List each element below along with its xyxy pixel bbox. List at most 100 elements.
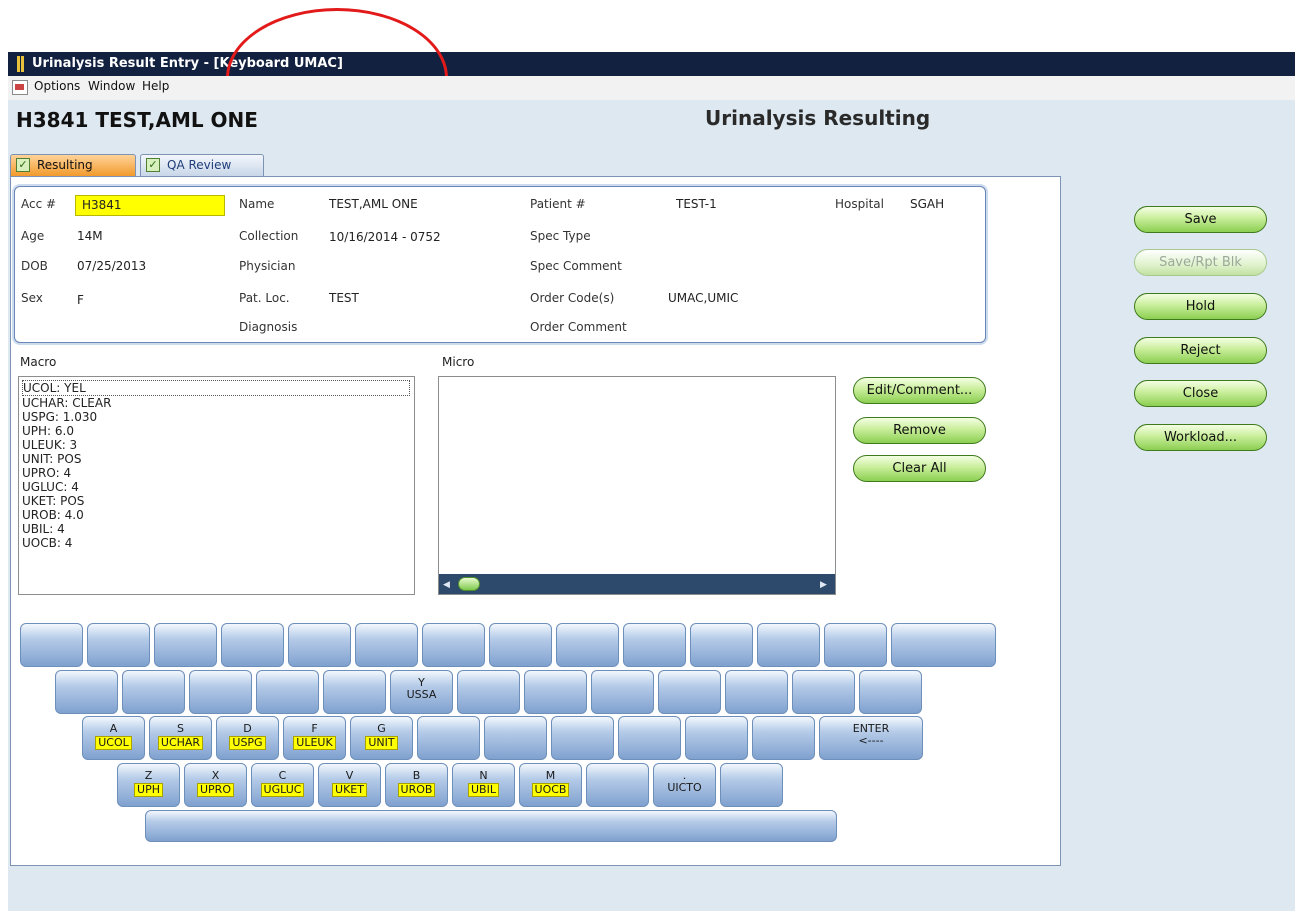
- keyboard-key[interactable]: [752, 716, 815, 760]
- key-a[interactable]: A UCOL: [82, 716, 145, 760]
- list-item[interactable]: UGLUC: 4: [22, 480, 411, 494]
- tab-qa-review[interactable]: ✓ QA Review: [140, 154, 264, 176]
- keyboard-key[interactable]: [20, 623, 83, 667]
- dob-value: 07/25/2013: [77, 259, 147, 273]
- patient-title: H3841 TEST,AML ONE: [16, 108, 258, 132]
- accession-field[interactable]: H3841: [75, 195, 225, 216]
- order-codes-value: UMAC,UMIC: [668, 291, 739, 305]
- window-title: Urinalysis Result Entry - [Keyboard UMAC…: [32, 56, 343, 71]
- close-button[interactable]: Close: [1134, 380, 1267, 407]
- list-item[interactable]: UPRO: 4: [22, 466, 411, 480]
- key-code: UOCB: [531, 783, 570, 797]
- tab-label: QA Review: [167, 158, 232, 172]
- keyboard-key[interactable]: [122, 670, 185, 714]
- remove-button[interactable]: Remove: [853, 417, 986, 444]
- keyboard-key[interactable]: [256, 670, 319, 714]
- key-f[interactable]: F ULEUK: [283, 716, 346, 760]
- menu-window[interactable]: Window: [88, 79, 135, 93]
- keyboard-key[interactable]: [221, 623, 284, 667]
- keyboard-key[interactable]: [489, 623, 552, 667]
- menu-help[interactable]: Help: [142, 79, 169, 93]
- scroll-left-arrow-icon[interactable]: ◀: [443, 580, 450, 590]
- reject-button[interactable]: Reject: [1134, 337, 1267, 364]
- list-item[interactable]: UCHAR: CLEAR: [22, 396, 411, 410]
- key-g[interactable]: G UNIT: [350, 716, 413, 760]
- list-item[interactable]: UNIT: POS: [22, 452, 411, 466]
- key-m[interactable]: M UOCB: [519, 763, 582, 807]
- key-period[interactable]: . UICTO: [653, 763, 716, 807]
- key-space[interactable]: [145, 810, 837, 842]
- keyboard-key[interactable]: [623, 623, 686, 667]
- keyboard-key[interactable]: [417, 716, 480, 760]
- micro-horizontal-scrollbar[interactable]: [439, 574, 835, 594]
- keyboard-key[interactable]: [792, 670, 855, 714]
- micro-results-list[interactable]: [438, 376, 836, 595]
- list-item[interactable]: UKET: POS: [22, 494, 411, 508]
- workload-button[interactable]: Workload...: [1134, 424, 1267, 451]
- keyboard-key[interactable]: [658, 670, 721, 714]
- key-letter: Z: [144, 769, 153, 782]
- key-enter[interactable]: ENTER <----: [819, 716, 923, 760]
- key-letter: X: [211, 769, 220, 782]
- key-z[interactable]: Z UPH: [117, 763, 180, 807]
- list-item[interactable]: UCOL: YEL: [22, 380, 410, 396]
- key-s[interactable]: S UCHAR: [149, 716, 212, 760]
- edit-comment-button[interactable]: Edit/Comment...: [853, 377, 986, 404]
- list-item[interactable]: UOCB: 4: [22, 536, 411, 550]
- key-letter: F: [311, 722, 318, 735]
- save-button[interactable]: Save: [1134, 206, 1267, 233]
- keyboard-key[interactable]: [720, 763, 783, 807]
- keyboard-key[interactable]: [55, 670, 118, 714]
- patient-number-value: TEST-1: [676, 197, 717, 211]
- list-item[interactable]: UBIL: 4: [22, 522, 411, 536]
- list-item[interactable]: USPG: 1.030: [22, 410, 411, 424]
- keyboard-key[interactable]: [824, 623, 887, 667]
- key-code: UGLUC: [260, 783, 305, 797]
- pat-loc-label: Pat. Loc.: [239, 291, 290, 305]
- macro-results-list[interactable]: UCOL: YEL UCHAR: CLEAR USPG: 1.030 UPH: …: [18, 376, 415, 595]
- clear-all-button[interactable]: Clear All: [853, 455, 986, 482]
- keyboard-key[interactable]: [591, 670, 654, 714]
- keyboard-key[interactable]: [484, 716, 547, 760]
- order-codes-label: Order Code(s): [530, 291, 615, 305]
- list-item[interactable]: UROB: 4.0: [22, 508, 411, 522]
- keyboard-key[interactable]: [618, 716, 681, 760]
- keyboard-key[interactable]: [725, 670, 788, 714]
- key-d[interactable]: D USPG: [216, 716, 279, 760]
- keyboard-key[interactable]: [586, 763, 649, 807]
- hospital-label: Hospital: [835, 197, 884, 211]
- keyboard-key-backspace[interactable]: [891, 623, 996, 667]
- key-n[interactable]: N UBIL: [452, 763, 515, 807]
- key-b[interactable]: B UROB: [385, 763, 448, 807]
- keyboard-key[interactable]: [859, 670, 922, 714]
- scroll-right-arrow-icon[interactable]: ▶: [820, 580, 827, 590]
- key-x[interactable]: X UPRO: [184, 763, 247, 807]
- keyboard-key[interactable]: [690, 623, 753, 667]
- key-v[interactable]: V UKET: [318, 763, 381, 807]
- key-y[interactable]: Y USSA: [390, 670, 453, 714]
- keyboard-key[interactable]: [457, 670, 520, 714]
- save-rpt-blk-button[interactable]: Save/Rpt Blk: [1134, 249, 1267, 276]
- list-item[interactable]: UPH: 6.0: [22, 424, 411, 438]
- keyboard-key[interactable]: [524, 670, 587, 714]
- tab-resulting[interactable]: ✓ Resulting: [10, 154, 136, 176]
- hold-button[interactable]: Hold: [1134, 293, 1267, 320]
- key-code: UPRO: [197, 783, 234, 797]
- keyboard-key[interactable]: [685, 716, 748, 760]
- keyboard-key[interactable]: [556, 623, 619, 667]
- key-c[interactable]: C UGLUC: [251, 763, 314, 807]
- keyboard-key[interactable]: [757, 623, 820, 667]
- keyboard-key[interactable]: [323, 670, 386, 714]
- keyboard-key[interactable]: [87, 623, 150, 667]
- list-item[interactable]: ULEUK: 3: [22, 438, 411, 452]
- scrollbar-thumb[interactable]: [458, 577, 480, 591]
- keyboard-key[interactable]: [154, 623, 217, 667]
- order-comment-label: Order Comment: [530, 320, 627, 334]
- menu-options[interactable]: Options: [34, 79, 80, 93]
- keyboard-key[interactable]: [288, 623, 351, 667]
- keyboard-key[interactable]: [189, 670, 252, 714]
- keyboard-key[interactable]: [355, 623, 418, 667]
- keyboard-key[interactable]: [422, 623, 485, 667]
- keyboard-key[interactable]: [551, 716, 614, 760]
- key-code: UBIL: [468, 783, 499, 797]
